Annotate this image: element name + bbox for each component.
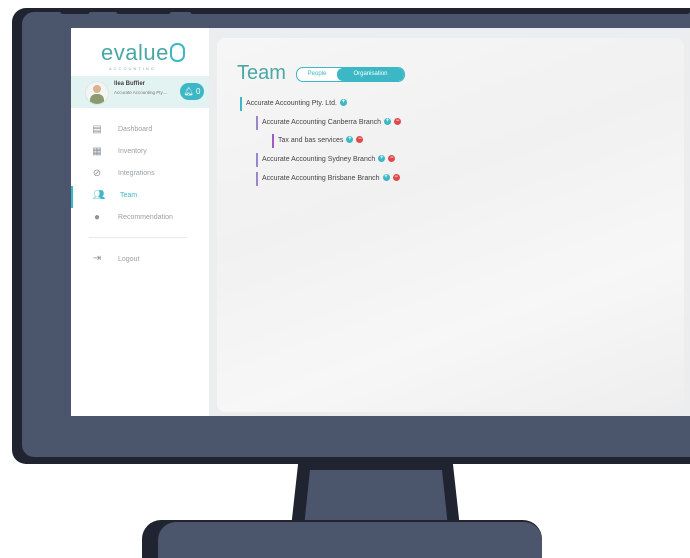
remove-node-button[interactable]: − — [394, 117, 402, 125]
add-node-button[interactable]: + — [339, 98, 347, 106]
recommendation-icon: ● — [93, 212, 101, 223]
toggle-people[interactable]: People — [297, 68, 337, 81]
monitor-top-edge — [60, 8, 90, 14]
logout-label: Logout — [118, 256, 140, 263]
sidebar-nav: ▤ Dashboard ▦ Inventory ⊘ Integrations 👥… — [71, 120, 209, 230]
add-node-button[interactable]: + — [378, 154, 386, 162]
monitor-stand-base-face — [158, 522, 542, 558]
remove-node-button[interactable]: − — [388, 154, 396, 162]
monitor-top-edge — [190, 8, 690, 14]
sidebar-item-dashboard[interactable]: ▤ Dashboard — [71, 120, 209, 142]
tree-node[interactable]: Tax and bas services + − — [272, 134, 364, 148]
tree-node[interactable]: Accurate Accounting Pty. Ltd. + — [240, 97, 347, 111]
app-screen: evalue ACCOUNTING Ilea Buffier Accurate … — [71, 28, 690, 416]
bell-icon: 🔔︎ — [183, 87, 194, 96]
remove-node-button[interactable]: − — [392, 173, 400, 181]
view-toggle: People Organisation — [296, 67, 405, 82]
logout-icon: ⇥ — [92, 253, 102, 264]
dashboard-icon: ▤ — [92, 124, 102, 135]
avatar[interactable] — [85, 81, 109, 105]
notifications-button[interactable]: 🔔︎ 0 — [180, 83, 204, 100]
logo-subtitle: ACCOUNTING — [109, 66, 156, 71]
sidebar-item-recommendation[interactable]: ● Recommendation — [71, 208, 209, 230]
logo-text: evalue — [101, 40, 169, 65]
tree-node-label: Tax and bas services — [278, 137, 344, 144]
sidebar-item-integrations[interactable]: ⊘ Integrations — [71, 164, 209, 186]
logo-mark-icon — [169, 42, 185, 62]
sidebar-item-label: Dashboard — [118, 126, 153, 133]
tree-node-label: Accurate Accounting Pty. Ltd. — [246, 100, 337, 107]
add-node-button[interactable]: + — [384, 117, 392, 125]
user-org: Accurate Accounting Pty.... — [114, 90, 168, 95]
tree-node[interactable]: Accurate Accounting Brisbane Branch + − — [256, 172, 400, 186]
tree-node[interactable]: Accurate Accounting Sydney Branch + − — [256, 153, 396, 167]
user-card[interactable]: Ilea Buffier Accurate Accounting Pty....… — [71, 76, 209, 108]
tree-node-label: Accurate Accounting Sydney Branch — [262, 156, 376, 163]
sidebar-item-team[interactable]: 👥︎ Team — [71, 186, 209, 208]
sidebar-item-label: Team — [120, 192, 138, 199]
toggle-organisation[interactable]: Organisation — [337, 68, 404, 81]
user-name: Ilea Buffier — [114, 81, 146, 87]
app-logo[interactable]: evalue — [101, 40, 185, 66]
logout-button[interactable]: ⇥ Logout — [71, 250, 209, 272]
add-node-button[interactable]: + — [382, 173, 390, 181]
add-node-button[interactable]: + — [346, 135, 354, 143]
tree-node-label: Accurate Accounting Brisbane Branch — [262, 175, 380, 182]
inventory-icon: ▦ — [92, 146, 102, 157]
sidebar-divider — [89, 237, 187, 238]
remove-node-button[interactable]: − — [356, 135, 364, 143]
sidebar-item-label: Integrations — [118, 170, 155, 177]
monitor-top-edge — [116, 8, 171, 14]
page-title: Team — [237, 62, 286, 84]
sidebar-item-label: Inventory — [118, 148, 147, 155]
team-panel: Team People Organisation Accurate Accoun… — [217, 38, 684, 412]
sidebar-item-label: Recommendation — [118, 214, 173, 221]
tree-node[interactable]: Accurate Accounting Canberra Branch + − — [256, 116, 402, 130]
tree-node-label: Accurate Accounting Canberra Branch — [262, 119, 382, 126]
main-content: Team People Organisation Accurate Accoun… — [209, 28, 690, 416]
sidebar-item-inventory[interactable]: ▦ Inventory — [71, 142, 209, 164]
sidebar: evalue ACCOUNTING Ilea Buffier Accurate … — [71, 28, 209, 416]
integrations-icon: ⊘ — [92, 168, 102, 179]
notification-count: 0 — [195, 87, 201, 96]
team-icon: 👥︎ — [92, 190, 106, 201]
